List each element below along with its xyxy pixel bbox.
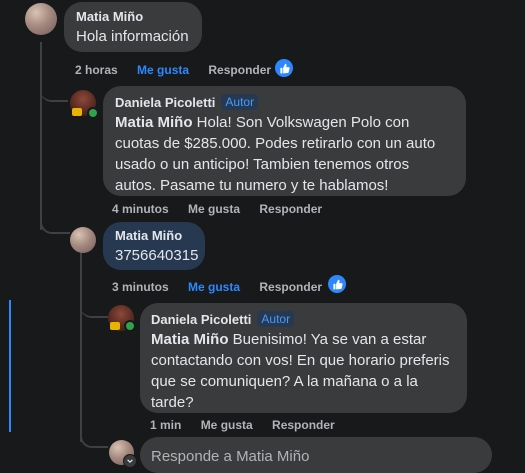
comment-author[interactable]: Daniela Picoletti: [115, 95, 215, 110]
thread-line-main: [40, 42, 42, 230]
author-badge: Autor: [257, 311, 295, 327]
avatar-matia[interactable]: [25, 3, 57, 35]
online-status-icon: [124, 320, 136, 332]
comment-meta-2: 4 minutos Me gusta Responder: [112, 202, 338, 216]
like-button[interactable]: Me gusta: [188, 202, 240, 216]
comment-author-row: Daniela Picoletti Autor: [115, 94, 454, 110]
top-fan-badge-icon: [110, 322, 120, 330]
timestamp[interactable]: 3 minutos: [112, 280, 169, 294]
timestamp[interactable]: 2 horas: [75, 63, 118, 77]
reply-placeholder: Responde a Matia Miño: [151, 448, 310, 465]
timestamp[interactable]: 1 min: [150, 418, 181, 432]
like-button[interactable]: Me gusta: [188, 280, 240, 294]
comment-author[interactable]: Daniela Picoletti: [151, 312, 251, 327]
thumbs-up-reaction-icon[interactable]: [328, 275, 346, 293]
online-status-icon: [87, 107, 99, 119]
thumbs-up-reaction-icon[interactable]: [275, 59, 293, 77]
avatar-matia[interactable]: [70, 227, 96, 253]
comment-author[interactable]: Matia Miño: [115, 228, 193, 243]
timestamp[interactable]: 4 minutos: [112, 202, 169, 216]
comment-text: Matia Miño Buenisimo! Ya se van a estar …: [151, 329, 456, 413]
comment-author[interactable]: Matia Miño: [76, 9, 190, 24]
thread-curve-reply2: [40, 210, 70, 234]
like-button[interactable]: Me gusta: [201, 418, 253, 432]
comment-text: 3756640315: [115, 247, 199, 264]
reply-button[interactable]: Responder: [272, 418, 335, 432]
reply-button[interactable]: Responder: [259, 202, 322, 216]
thread-curve-reply3: [80, 294, 108, 318]
comment-meta-4: 1 min Me gusta Responder: [150, 418, 351, 432]
mention-link[interactable]: Matia Miño: [115, 114, 193, 131]
comment-text: Hola información: [76, 28, 189, 45]
comment-author-row: Daniela Picoletti Autor: [151, 311, 456, 327]
thread-line-nested: [80, 252, 82, 442]
comment-meta-3: 3 minutos Me gusta Responder: [112, 280, 338, 294]
comment-bubble-1: Matia Miño Hola información: [64, 2, 202, 52]
chevron-down-icon[interactable]: [123, 454, 137, 468]
thread-curve-reply1: [40, 80, 68, 102]
comment-bubble-2: Daniela Picoletti Autor Matia Miño Hola! …: [103, 86, 466, 196]
comment-meta-1: 2 horas Me gusta Responder: [75, 63, 287, 77]
comment-bubble-4: Daniela Picoletti Autor Matia Miño Buenis…: [140, 303, 467, 413]
comment-bubble-3: Matia Miño 3756640315: [103, 222, 205, 270]
top-fan-badge-icon: [72, 108, 82, 116]
author-badge: Autor: [221, 94, 259, 110]
focus-indicator-bar: [9, 300, 11, 432]
like-button[interactable]: Me gusta: [137, 63, 189, 77]
comment-text: Matia Miño Hola! Son Volkswagen Polo con…: [115, 112, 454, 196]
reply-input[interactable]: Responde a Matia Miño: [140, 437, 492, 473]
mention-link[interactable]: Matia Miño: [151, 331, 229, 348]
reply-button[interactable]: Responder: [259, 280, 322, 294]
reply-button[interactable]: Responder: [208, 63, 271, 77]
thread-curve-composer: [80, 424, 108, 448]
